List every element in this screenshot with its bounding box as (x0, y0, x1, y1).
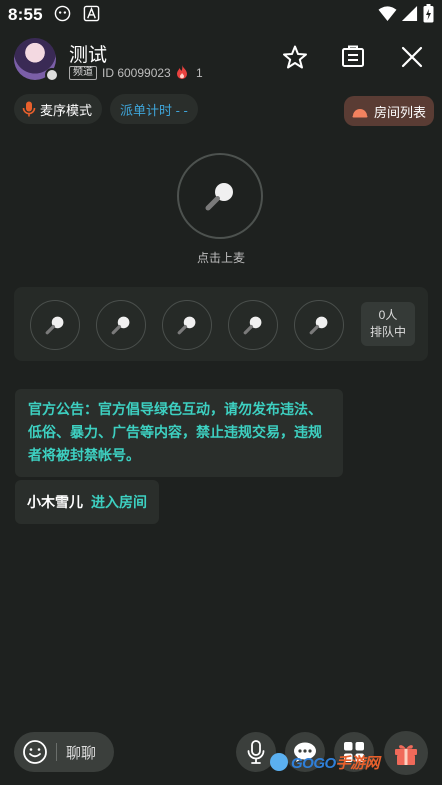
room-id: ID 60099023 (102, 66, 171, 80)
heat-count: 1 (196, 66, 203, 80)
watermark-cn: 手游网 (335, 755, 380, 772)
app-notification-icon (54, 5, 71, 22)
emoji-icon[interactable] (22, 739, 48, 765)
chat-placeholder: 聊聊 (66, 744, 97, 762)
battery-charging-icon (423, 4, 434, 23)
clipboard-icon[interactable] (340, 44, 366, 70)
watermark: GOGO手游网 (270, 752, 380, 773)
favorite-star-icon[interactable] (282, 44, 308, 70)
microphone-icon (243, 316, 262, 335)
mic-order-mode-chip[interactable]: 麦序模式 (14, 94, 103, 124)
entry-action: 进入房间 (91, 494, 147, 510)
microphone-icon (111, 316, 130, 335)
mic-icon (22, 101, 36, 117)
chat-input-button[interactable]: 聊聊 (14, 732, 114, 772)
room-list-label: 房间列表 (374, 104, 427, 120)
room-list-button[interactable]: 房间列表 (344, 96, 435, 126)
watermark-logo-icon (270, 753, 288, 771)
dispatch-timer-chip[interactable]: 派单计时 - - (110, 94, 198, 124)
fire-icon (177, 65, 187, 79)
mic-seat-5[interactable] (294, 300, 344, 350)
gift-icon (395, 745, 417, 765)
gift-button[interactable] (384, 731, 428, 775)
room-list-icon (352, 109, 368, 118)
wifi-icon (378, 6, 397, 22)
mic-seat-2[interactable] (96, 300, 146, 350)
signal-icon (401, 5, 418, 22)
mode-label: 麦序模式 (40, 102, 93, 118)
divider (56, 743, 57, 761)
room-title: 测试 (69, 45, 108, 66)
channel-badge: 频道 (69, 66, 97, 80)
queue-label: 排队中 (369, 325, 406, 339)
mic-seat-3[interactable] (162, 300, 212, 350)
host-seat-label: 点击上麦 (196, 251, 245, 265)
microphone-icon (45, 316, 64, 335)
microphone-icon (177, 316, 196, 335)
close-icon[interactable] (399, 44, 425, 70)
entry-message: 小木雪儿 进入房间 (15, 480, 159, 524)
avatar-status-dot (45, 68, 59, 82)
watermark-latin: GOGO (291, 755, 336, 772)
queue-status[interactable]: 0人 排队中 (361, 302, 415, 346)
queue-count: 0人 (378, 308, 398, 322)
official-announcement: 官方公告：官方倡导绿色互动，请勿发布违法、低俗、暴力、广告等内容，禁止违规交易，… (15, 389, 343, 477)
microphone-icon (205, 183, 233, 211)
mic-seat-1[interactable] (30, 300, 80, 350)
microphone-icon (309, 316, 328, 335)
host-mic-seat[interactable] (177, 153, 263, 239)
status-time: 8:55 (8, 5, 43, 24)
font-notification-icon (83, 5, 100, 22)
mic-seat-4[interactable] (228, 300, 278, 350)
entry-username[interactable]: 小木雪儿 (27, 492, 83, 512)
microphone-outline-icon (247, 740, 265, 764)
